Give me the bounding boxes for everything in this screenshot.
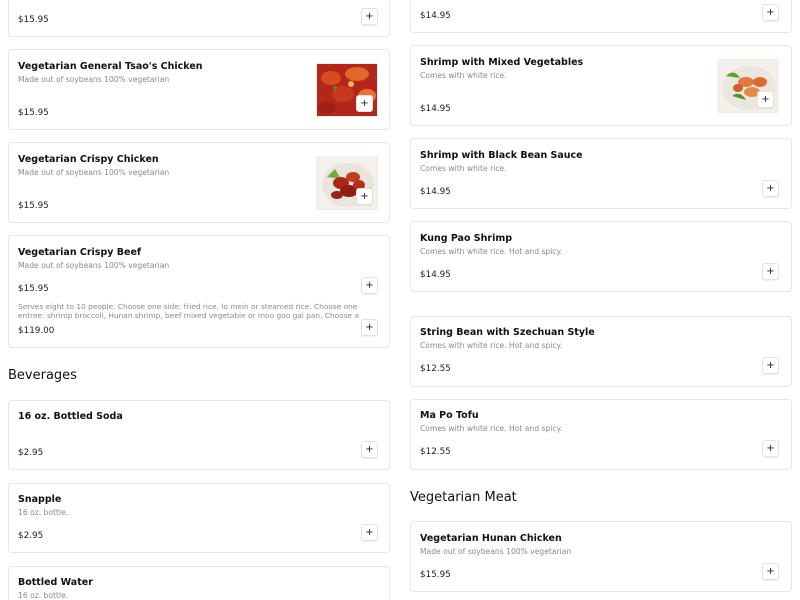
menu-item-card[interactable]: $14.95 + [410,0,792,33]
menu-item-card[interactable]: 16 oz. Bottled Soda $2.95 + [8,400,390,470]
section-title-vegetarian-meat: Vegetarian Meat [410,490,517,505]
menu-item-card[interactable]: Snapple 16 oz. bottle. $2.95 + [8,483,390,553]
item-description: Comes with white rice. [420,71,507,80]
add-item-button[interactable]: + [361,524,378,541]
item-price: $15.95 [420,570,451,580]
item-name: Vegetarian General Tsao's Chicken [18,61,203,72]
menu-item-card[interactable]: Bottled Water 16 oz. bottle. [8,566,390,600]
item-description: Made out of soybeans 100% vegetarian [18,75,170,84]
item-description: Made out of soybeans 100% vegetarian [18,168,170,177]
add-item-button[interactable]: + [762,563,779,580]
add-item-button[interactable]: + [361,277,378,294]
item-name: Kung Pao Shrimp [420,233,513,244]
add-item-button[interactable]: + [361,319,378,336]
item-price: $15.95 [18,15,49,25]
add-item-button[interactable]: + [762,263,779,280]
item-name: Vegetarian Crispy Chicken [18,154,159,165]
item-price: $14.95 [420,270,451,280]
item-description: Made out of soybeans 100% vegetarian [18,261,170,270]
item-name: Ma Po Tofu [420,410,479,421]
menu-item-card[interactable]: Shrimp with Mixed Vegetables Comes with … [410,45,792,126]
menu-item-card[interactable]: String Bean with Szechuan Style Comes wi… [410,316,792,387]
item-photo[interactable]: + [316,156,378,210]
item-description: Comes with white rice. [420,164,507,173]
add-item-button[interactable]: + [356,95,373,112]
add-item-button[interactable]: + [757,91,774,108]
menu-item-card[interactable]: Kung Pao Shrimp Comes with white rice. H… [410,221,792,292]
item-price: $2.95 [18,448,44,458]
item-description: Comes with white rice. Hot and spicy. [420,247,563,256]
item-photo[interactable]: + [717,59,779,113]
item-price: $14.95 [420,104,451,114]
item-price: $119.00 [18,326,55,336]
add-item-button[interactable]: + [361,8,378,25]
add-item-button[interactable]: + [361,441,378,458]
item-price: $12.55 [420,364,451,374]
add-item-button[interactable]: + [762,180,779,197]
section-title-beverages: Beverages [8,368,77,383]
menu-item-card[interactable]: Ma Po Tofu Comes with white rice. Hot an… [410,399,792,470]
item-price: $15.95 [18,108,49,118]
item-description: 16 oz. bottle. [18,591,69,600]
menu-item-card[interactable]: Shrimp with Black Bean Sauce Comes with … [410,138,792,209]
item-price: $15.95 [18,201,49,211]
item-name: 16 oz. Bottled Soda [18,411,123,422]
item-price: $12.55 [420,447,451,457]
add-item-button[interactable]: + [356,188,373,205]
item-name: Vegetarian Crispy Beef [18,247,142,258]
item-price: $15.95 [18,284,49,294]
menu-item-card[interactable]: Vegetarian General Tsao's Chicken Made o… [8,49,390,130]
item-price: $14.95 [420,11,451,21]
item-name: Bottled Water [18,577,93,588]
menu-item-card[interactable]: Vegetarian Crispy Chicken Made out of so… [8,142,390,223]
item-name: Vegetarian Hunan Chicken [420,533,562,544]
item-description: Serves eight to 10 people. Choose one si… [18,302,359,320]
item-description: Made out of soybeans 100% vegetarian [420,547,572,556]
item-photo[interactable]: + [316,63,378,117]
item-price: $2.95 [18,531,44,541]
item-price: $14.95 [420,187,451,197]
item-description: Comes with white rice. Hot and spicy. [420,424,563,433]
item-name: Shrimp with Black Bean Sauce [420,150,583,161]
menu-item-card[interactable]: $15.95 + [8,0,390,37]
item-name: Snapple [18,494,62,505]
menu-item-card[interactable]: Vegetarian Crispy Beef Made out of soybe… [8,235,390,348]
add-item-button[interactable]: + [762,440,779,457]
item-description: Comes with white rice. Hot and spicy. [420,341,563,350]
add-item-button[interactable]: + [762,357,779,374]
item-name: String Bean with Szechuan Style [420,327,595,338]
menu-item-card[interactable]: Vegetarian Hunan Chicken Made out of soy… [410,521,792,592]
item-name: Shrimp with Mixed Vegetables [420,57,584,68]
item-description: 16 oz. bottle. [18,508,69,517]
add-item-button[interactable]: + [762,4,779,21]
